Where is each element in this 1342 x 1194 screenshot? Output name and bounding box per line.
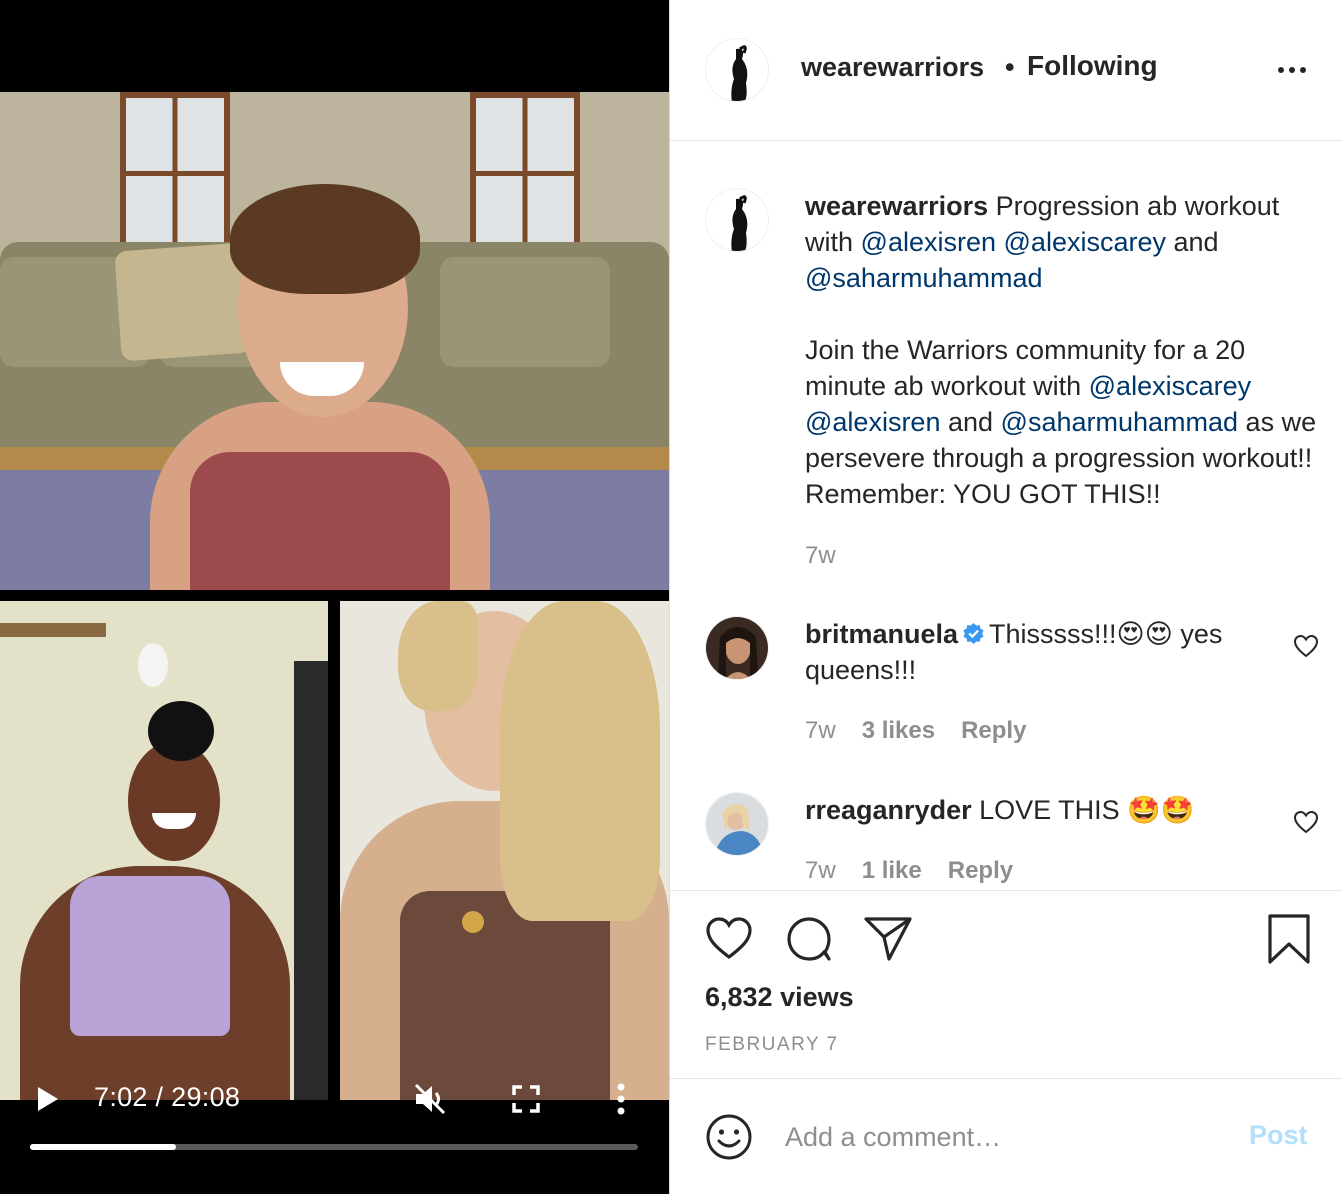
- comment-likes-link[interactable]: 3 likes: [862, 717, 935, 744]
- caption-paragraph-2: Join the Warriors community for a 20 min…: [805, 332, 1325, 512]
- caption-paragraph-1: wearewarriors Progression ab workout wit…: [805, 188, 1325, 296]
- mute-button[interactable]: [412, 1082, 448, 1116]
- mention-link[interactable]: @alexisren: [805, 407, 940, 437]
- author-avatar[interactable]: [705, 38, 769, 102]
- video-participant-tile-2: [0, 601, 328, 1100]
- comment-age: 7w: [805, 857, 836, 884]
- share-button[interactable]: [863, 915, 913, 968]
- comment-button[interactable]: [785, 915, 833, 968]
- post-comment-button[interactable]: Post: [1249, 1120, 1308, 1151]
- mute-icon: [414, 1083, 446, 1115]
- comment-meta: 7w 1 like Reply: [805, 857, 1039, 885]
- post-date: FEBRUARY 7: [705, 1034, 839, 1055]
- caption-text: and: [940, 407, 1001, 437]
- bookmark-button[interactable]: [1267, 913, 1311, 970]
- video-player[interactable]: 7:02 / 29:08: [0, 0, 669, 1194]
- comment-reply-button[interactable]: Reply: [961, 717, 1026, 744]
- more-options-button[interactable]: [1277, 56, 1307, 76]
- verified-icon: [963, 622, 984, 645]
- comment-icon: [787, 917, 831, 961]
- caption-age: 7w: [805, 542, 836, 569]
- video-more-button[interactable]: [611, 1082, 631, 1116]
- comment-like-button[interactable]: [1293, 634, 1319, 658]
- comment-username[interactable]: rreaganryder: [805, 795, 972, 825]
- mention-link[interactable]: @saharmuhammad: [805, 263, 1043, 293]
- header-separator: •: [1005, 52, 1015, 82]
- like-button[interactable]: [705, 916, 753, 965]
- following-button[interactable]: Following: [1027, 50, 1158, 82]
- play-icon: [38, 1087, 58, 1111]
- comment-body: rreaganryder LOVE THIS 🤩🤩: [805, 792, 1275, 828]
- video-progress-bar[interactable]: [30, 1144, 638, 1150]
- caption-author-avatar[interactable]: [705, 188, 769, 252]
- actions-divider: [670, 890, 1342, 891]
- author-username[interactable]: wearewarriors: [801, 52, 984, 83]
- mention-link[interactable]: @alexiscarey: [1089, 371, 1251, 401]
- comment-likes-link[interactable]: 1 like: [862, 857, 922, 884]
- comment-reply-button[interactable]: Reply: [948, 857, 1013, 884]
- video-time-display: 7:02 / 29:08: [94, 1082, 241, 1112]
- video-controls: 7:02 / 29:08: [0, 1070, 669, 1194]
- mention-link[interactable]: @alexisren: [861, 227, 996, 257]
- comment-body: britmanuela Thisssss!!!😍😍 yes queens!!!: [805, 616, 1275, 688]
- header-divider: [670, 140, 1342, 141]
- play-button[interactable]: [36, 1086, 60, 1112]
- comment-text: LOVE THIS 🤩🤩: [979, 795, 1195, 825]
- video-progress-fill: [30, 1144, 176, 1150]
- heart-icon: [706, 917, 752, 960]
- more-vertical-icon: [617, 1083, 625, 1115]
- commenter-avatar[interactable]: [705, 792, 769, 856]
- bookmark-icon: [1268, 914, 1310, 964]
- heart-icon: [1293, 634, 1319, 658]
- add-comment-input[interactable]: [785, 1114, 1225, 1160]
- post-caption: wearewarriors Progression ab workout wit…: [805, 188, 1325, 512]
- view-count[interactable]: 6,832 views: [705, 982, 854, 1013]
- comment-username[interactable]: britmanuela: [805, 619, 958, 649]
- video-participant-tile-1: [0, 92, 669, 590]
- caption-username[interactable]: wearewarriors: [805, 191, 988, 221]
- share-icon: [864, 917, 912, 961]
- emoji-icon: [706, 1114, 752, 1160]
- comment-meta: 7w 3 likes Reply: [805, 717, 1052, 745]
- commenter-avatar[interactable]: [705, 616, 769, 680]
- heart-icon: [1293, 810, 1319, 834]
- caption-text: and: [1165, 227, 1219, 257]
- more-horizontal-icon: [1278, 67, 1306, 73]
- comment-like-button[interactable]: [1293, 810, 1319, 834]
- mention-link[interactable]: @saharmuhammad: [1001, 407, 1239, 437]
- comment-input-divider: [670, 1078, 1342, 1079]
- comment-age: 7w: [805, 717, 836, 744]
- post-sidebar: wearewarriors • Following wearewarriors …: [669, 0, 1342, 1194]
- fullscreen-icon: [512, 1085, 540, 1113]
- fullscreen-button[interactable]: [511, 1084, 541, 1114]
- emoji-button[interactable]: [705, 1113, 753, 1161]
- video-participant-tile-3: [340, 601, 669, 1100]
- mention-link[interactable]: @alexiscarey: [1004, 227, 1166, 257]
